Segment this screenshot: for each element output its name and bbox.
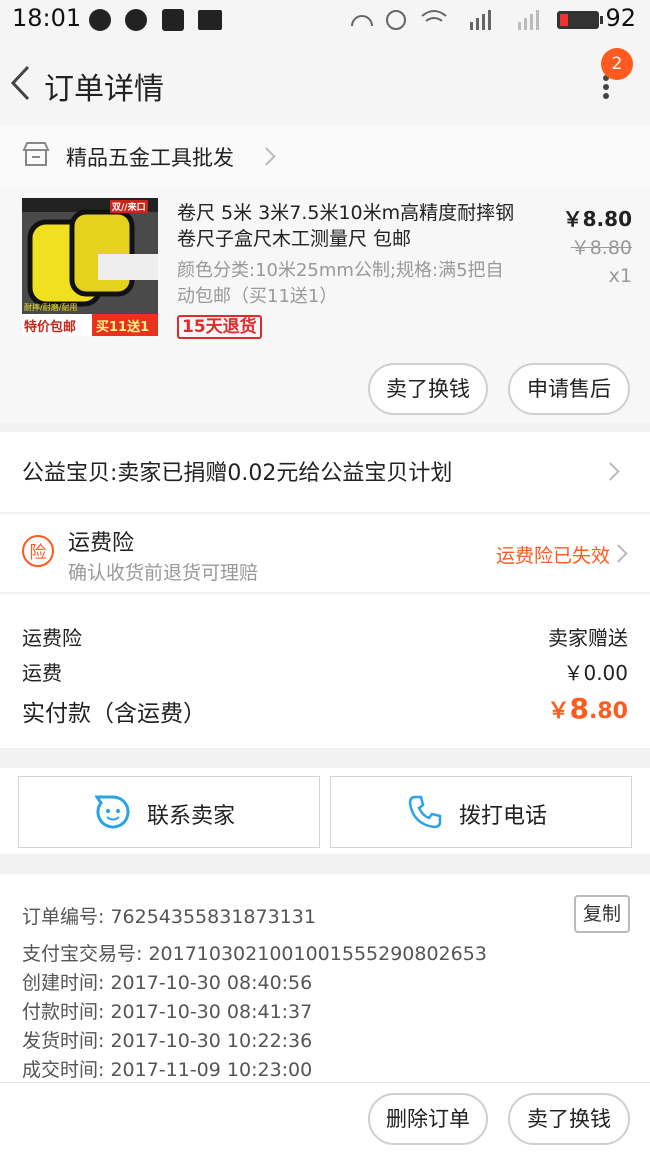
feature-label: 耐摔/耐磨/耐用 [24, 303, 78, 312]
alipay-trade-number: 支付宝交易号: 2017103021001001555290802653 [22, 943, 487, 965]
promo-label-right: 买11送1 [96, 320, 150, 335]
copy-button[interactable]: 复制 [574, 895, 630, 933]
insurance-icon: 险 [22, 535, 54, 567]
total-paid-value: ￥8.80 [548, 692, 628, 725]
notif-app-icon-2 [125, 9, 147, 31]
brand-label: 双//来口 [110, 200, 148, 213]
cost-shipping-label: 运费 [22, 661, 62, 685]
after-sales-button[interactable]: 申请售后 [508, 363, 630, 415]
order-number: 订单编号: 76254355831873131 [22, 906, 316, 928]
product-title[interactable]: 卷尺 5米 3米7.5米10米m高精度耐摔钢卷尺子盒尺木工测量尺 包邮 [177, 200, 517, 252]
back-arrow-icon[interactable] [8, 64, 32, 102]
paid-time: 付款时间: 2017-10-30 08:41:37 [22, 1001, 313, 1023]
alarm-icon [386, 10, 406, 30]
qq-icon [162, 9, 184, 31]
product-spec: 颜色分类:10米25mm公制;规格:满5把自动包邮（买11送1） [177, 260, 504, 307]
insurance-title: 运费险 [68, 531, 135, 556]
shipped-time: 发货时间: 2017-10-30 10:22:36 [22, 1030, 313, 1052]
cost-insurance-label: 运费险 [22, 626, 82, 650]
charity-text: 公益宝贝:卖家已捐赠0.02元给公益宝贝计划 [22, 461, 453, 486]
battery-icon [557, 11, 603, 29]
insurance-status: 运费险已失效 [495, 545, 610, 567]
bottom-sell-for-cash-button[interactable]: 卖了换钱 [508, 1093, 630, 1145]
status-time: 18:01 [12, 4, 82, 32]
status-system-icons [351, 10, 539, 30]
total-integer: 8 [569, 692, 590, 725]
completed-time: 成交时间: 2017-11-09 10:23:00 [22, 1059, 313, 1081]
wifi-icon [421, 10, 447, 22]
product-quantity: x1 [608, 265, 632, 287]
phone-icon [408, 795, 442, 829]
notif-app-icon-1 [89, 9, 111, 31]
contact-seller-button[interactable]: 联系卖家 [18, 776, 320, 848]
cost-insurance-value: 卖家赠送 [548, 626, 628, 650]
created-time: 创建时间: 2017-10-30 08:40:56 [22, 972, 313, 994]
bottom-divider [0, 1082, 650, 1083]
delete-order-button[interactable]: 删除订单 [368, 1093, 488, 1145]
return-policy-badge: 15天退货 [177, 315, 262, 339]
total-decimal: .80 [589, 699, 628, 724]
notification-badge: 2 [601, 48, 633, 80]
product-original-price: ￥8.80 [570, 237, 632, 259]
product-thumbnail[interactable]: 双//来口 耐摔/耐磨/耐用 特价包邮 买11送1 [22, 198, 158, 336]
mail-icon [198, 10, 222, 30]
status-notification-icons [89, 9, 222, 31]
sell-for-cash-button[interactable]: 卖了换钱 [368, 363, 488, 415]
shop-icon [22, 142, 50, 166]
insurance-subtitle: 确认收货前退货可理赔 [68, 562, 259, 584]
promo-label-left: 特价包邮 [24, 320, 77, 335]
shop-name[interactable]: 精品五金工具批发 [66, 142, 234, 172]
page-title: 订单详情 [44, 72, 164, 107]
chat-face-icon [95, 795, 130, 829]
battery-level: 92 [605, 4, 636, 32]
product-price: ￥8.80 [562, 207, 632, 231]
total-currency: ￥ [547, 699, 570, 724]
call-label: 拨打电话 [459, 804, 548, 829]
headset-icon [351, 15, 373, 27]
call-button[interactable]: 拨打电话 [330, 776, 632, 848]
contact-seller-label: 联系卖家 [147, 804, 236, 829]
total-paid-label: 实付款（含运费） [22, 701, 206, 727]
cost-shipping-value: ￥0.00 [563, 661, 628, 685]
